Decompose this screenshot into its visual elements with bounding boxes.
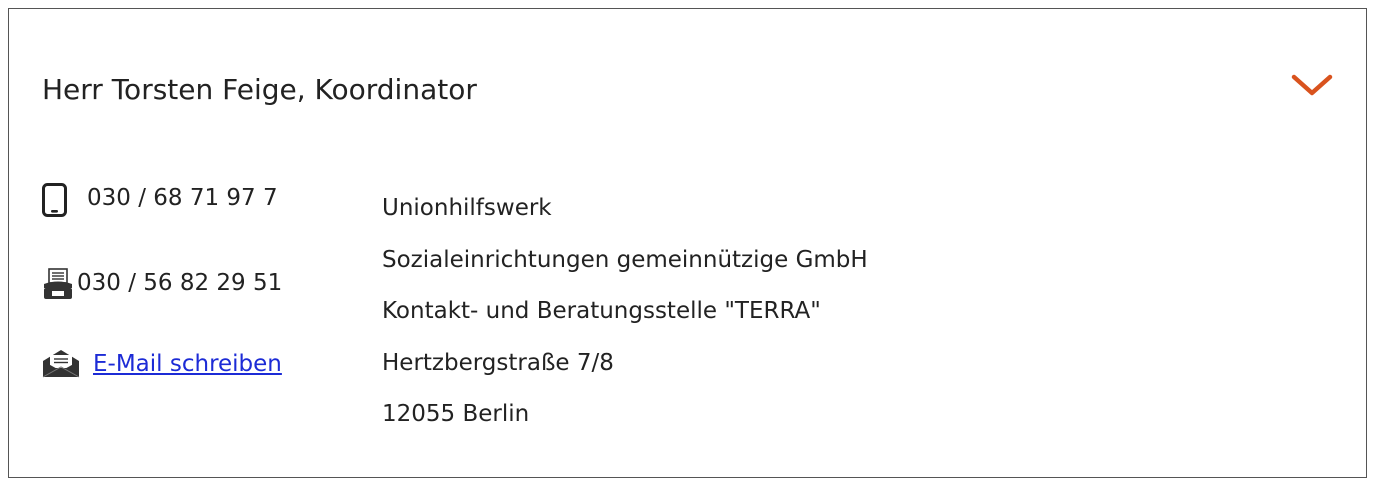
phone-number: 030 / 68 71 97 7 [87, 185, 278, 211]
address-organization-type: Sozialeinrichtungen gemeinnützige GmbH [382, 246, 868, 273]
address-organization: Unionhilfswerk [382, 195, 552, 221]
phone-row: 030 / 68 71 97 7 [41, 183, 278, 217]
fax-number: 030 / 56 82 29 51 [77, 270, 283, 296]
chevron-down-icon [1291, 74, 1333, 96]
contact-title: Herr Torsten Feige, Koordinator [42, 73, 477, 106]
address-block: Unionhilfswerk Sozialeinrichtungen gemei… [382, 183, 868, 441]
expand-toggle-button[interactable] [1291, 73, 1333, 97]
address-city: 12055 Berlin [382, 401, 530, 427]
email-row: E-Mail schreiben [41, 349, 282, 379]
contact-card: Herr Torsten Feige, Koordinator 030 / 68… [8, 8, 1367, 478]
address-department: Kontakt- und Beratungsstelle "TERRA" [382, 298, 821, 324]
open-envelope-icon [41, 349, 81, 379]
fax-row: 030 / 56 82 29 51 [41, 268, 283, 299]
address-street: Hertzbergstraße 7/8 [382, 349, 614, 376]
email-link[interactable]: E-Mail schreiben [93, 351, 282, 377]
fax-icon [41, 268, 75, 299]
mobile-phone-icon [41, 183, 75, 217]
